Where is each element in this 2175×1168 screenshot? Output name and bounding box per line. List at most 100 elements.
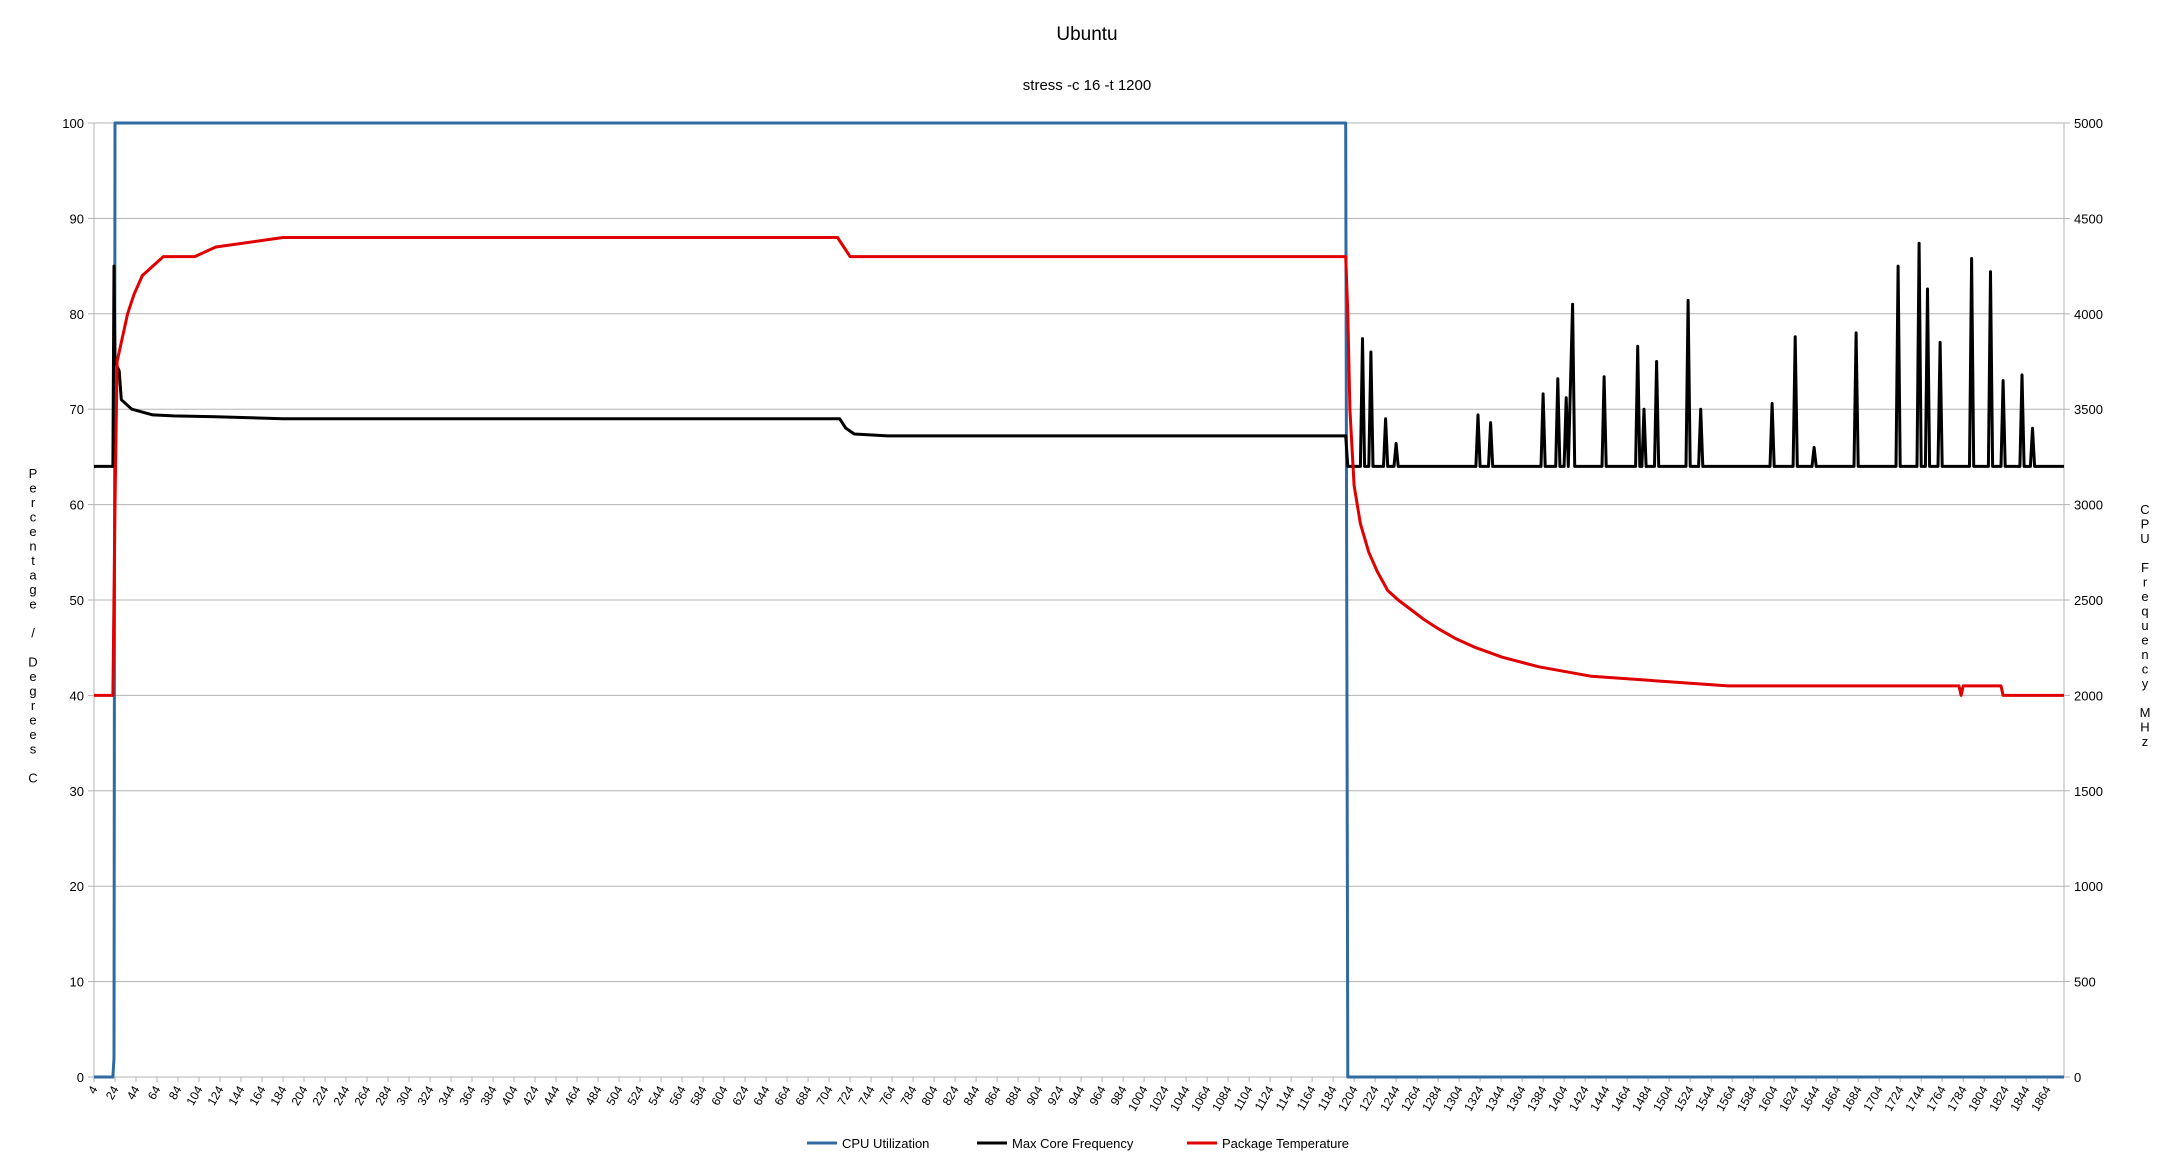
x-axis-ticks: 4 24 44 64 841041241441641842042242442642843… <box>85 1077 2054 1114</box>
x-tick-label: 1044 <box>1167 1083 1193 1113</box>
y-tick-label-right: 4000 <box>2074 307 2103 322</box>
x-tick-label: 444 <box>541 1083 563 1108</box>
x-tick-label: 1864 <box>2028 1083 2054 1113</box>
x-tick-label: 184 <box>267 1083 289 1108</box>
x-tick-label: 644 <box>751 1083 773 1108</box>
x-tick-label: 744 <box>856 1083 878 1108</box>
x-tick-label: 1444 <box>1587 1083 1613 1113</box>
x-tick-label: 544 <box>646 1083 668 1108</box>
x-tick-label: 1124 <box>1252 1083 1277 1113</box>
x-tick-label: 684 <box>793 1083 815 1108</box>
x-tick-label: 244 <box>330 1083 352 1108</box>
x-tick-label: 824 <box>940 1083 962 1108</box>
x-tick-label: 84 <box>166 1083 185 1102</box>
x-tick-label: 1644 <box>1797 1083 1823 1113</box>
x-tick-label: 624 <box>730 1083 752 1108</box>
x-tick-label: 324 <box>414 1083 436 1108</box>
x-tick-label: 104 <box>183 1083 205 1108</box>
y-tick-label-right: 2000 <box>2074 688 2103 703</box>
x-tick-label: 804 <box>919 1083 941 1108</box>
x-tick-label: 1104 <box>1231 1083 1256 1113</box>
x-tick-label: 1724 <box>1881 1083 1907 1113</box>
y-tick-label-right: 3500 <box>2074 402 2103 417</box>
x-tick-label: 1844 <box>2007 1083 2033 1113</box>
y-tick-label-right: 0 <box>2074 1070 2081 1085</box>
gridlines <box>93 122 2065 1078</box>
x-tick-label: 124 <box>204 1083 226 1108</box>
x-tick-label: 1684 <box>1839 1083 1865 1113</box>
x-tick-label: 1284 <box>1419 1083 1445 1113</box>
x-tick-label: 1164 <box>1294 1083 1319 1113</box>
x-tick-label: 4 <box>85 1083 101 1096</box>
x-tick-label: 1004 <box>1125 1083 1151 1113</box>
x-tick-label: 1304 <box>1440 1083 1466 1113</box>
x-tick-label: 64 <box>145 1083 164 1102</box>
x-tick-label: 304 <box>393 1083 415 1108</box>
y-axis-left-title: Percentage / Degrees C <box>28 466 37 786</box>
x-tick-label: 764 <box>877 1083 899 1108</box>
x-tick-label: 1464 <box>1608 1083 1634 1113</box>
x-tick-label: 1484 <box>1629 1083 1655 1113</box>
x-tick-label: 604 <box>709 1083 731 1108</box>
series-line <box>94 241 2064 468</box>
x-tick-label: 704 <box>814 1083 836 1108</box>
x-tick-label: 564 <box>667 1083 689 1108</box>
x-tick-label: 924 <box>1045 1083 1067 1108</box>
x-tick-label: 1144 <box>1273 1083 1298 1113</box>
x-tick-label: 1204 <box>1335 1083 1361 1113</box>
y-tick-label-right: 5000 <box>2074 116 2103 131</box>
x-tick-label: 784 <box>898 1083 920 1108</box>
x-tick-label: 344 <box>435 1083 457 1108</box>
x-tick-label: 1264 <box>1398 1083 1424 1113</box>
x-tick-label: 1544 <box>1692 1083 1718 1113</box>
y-tick-label-left: 100 <box>62 116 84 131</box>
x-tick-label: 1704 <box>1860 1083 1886 1113</box>
x-tick-label: 1084 <box>1209 1083 1235 1113</box>
x-tick-label: 1244 <box>1377 1083 1403 1113</box>
y-tick-label-right: 3000 <box>2074 498 2103 513</box>
x-tick-label: 284 <box>372 1083 394 1108</box>
x-tick-label: 1364 <box>1503 1083 1529 1113</box>
legend-label: Max Core Frequency <box>1012 1136 1134 1151</box>
x-tick-label: 944 <box>1066 1083 1088 1108</box>
legend-label: Package Temperature <box>1222 1136 1349 1151</box>
x-tick-label: 424 <box>520 1083 542 1108</box>
x-tick-label: 1504 <box>1650 1083 1676 1113</box>
x-tick-label: 884 <box>1003 1083 1025 1108</box>
x-tick-label: 24 <box>103 1083 122 1102</box>
x-tick-label: 1764 <box>1923 1083 1949 1113</box>
x-tick-label: 264 <box>351 1083 373 1108</box>
y-tick-label-left: 20 <box>70 879 84 894</box>
y-tick-label-right: 1000 <box>2074 879 2103 894</box>
x-tick-label: 144 <box>225 1083 247 1108</box>
x-tick-label: 164 <box>246 1083 268 1108</box>
x-tick-label: 364 <box>456 1083 478 1108</box>
y-tick-label-right: 500 <box>2074 975 2096 990</box>
y-axis-right-ticks: 0 500 1000 1500 2000 2500 3000 3500 4000 4500 5000 <box>2064 116 2103 1085</box>
x-tick-label: 204 <box>288 1083 310 1108</box>
x-tick-label: 44 <box>124 1083 143 1102</box>
x-tick-label: 1624 <box>1776 1083 1802 1113</box>
x-tick-label: 484 <box>583 1083 605 1108</box>
x-tick-label: 1524 <box>1671 1083 1697 1113</box>
x-tick-label: 844 <box>961 1083 983 1108</box>
x-tick-label: 1184 <box>1315 1083 1340 1113</box>
y-axis-right-title: CPU Frequency MHz <box>2140 502 2151 749</box>
chart-title: Ubuntu <box>1056 24 1117 45</box>
x-tick-label: 1804 <box>1965 1083 1991 1113</box>
x-tick-label: 1384 <box>1524 1083 1550 1113</box>
chart: Ubuntu stress -c 16 -t 1200 010203040506… <box>28 24 2151 1151</box>
chart-subtitle: stress -c 16 -t 1200 <box>1023 77 1151 94</box>
legend-label: CPU Utilization <box>842 1136 929 1151</box>
x-tick-label: 1224 <box>1356 1083 1382 1113</box>
y-tick-label-left: 0 <box>77 1070 84 1085</box>
x-tick-label: 1824 <box>1986 1083 2012 1113</box>
x-tick-label: 864 <box>982 1083 1004 1108</box>
x-tick-label: 1744 <box>1902 1083 1928 1113</box>
x-tick-label: 1404 <box>1545 1083 1571 1113</box>
x-tick-label: 1584 <box>1734 1083 1760 1113</box>
x-tick-label: 1784 <box>1944 1083 1970 1113</box>
y-tick-label-left: 30 <box>70 784 84 799</box>
x-tick-label: 1664 <box>1818 1083 1844 1113</box>
x-tick-label: 584 <box>688 1083 710 1108</box>
